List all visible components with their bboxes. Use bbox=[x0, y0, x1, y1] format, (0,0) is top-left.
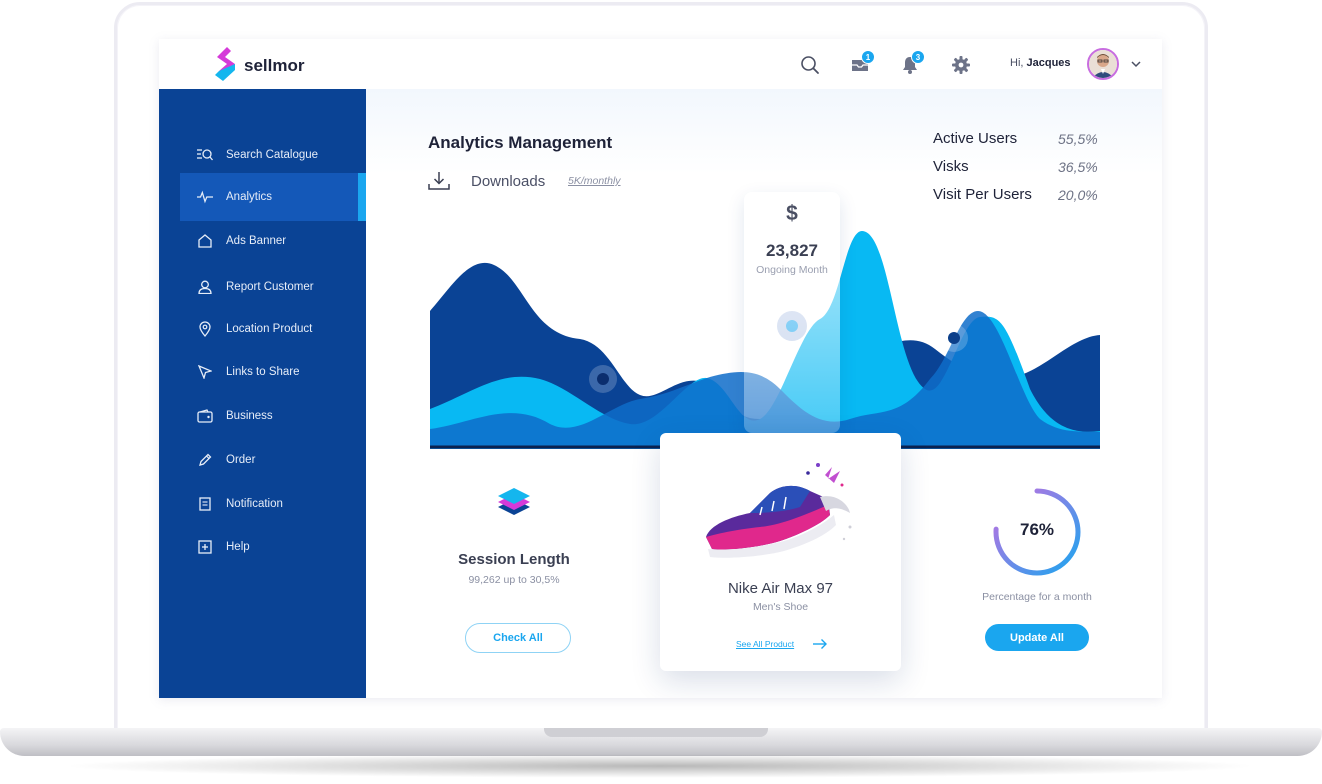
sidebar-item-label: Notification bbox=[226, 498, 283, 510]
stat-label-visit-per-users: Visit Per Users bbox=[933, 186, 1032, 203]
laptop-notch bbox=[544, 728, 768, 737]
page-title: Analytics Management bbox=[428, 133, 613, 152]
sidebar-item-links-to-share[interactable]: Links to Share bbox=[180, 355, 366, 389]
product-card[interactable]: Nike Air Max 97 Men's Shoe See All Produ… bbox=[660, 433, 901, 671]
sellmor-logo-icon[interactable] bbox=[213, 47, 237, 81]
user-icon bbox=[197, 279, 213, 295]
user-portrait-icon bbox=[1089, 50, 1117, 78]
messages-badge: 1 bbox=[861, 50, 875, 64]
sidebar-item-label: Ads Banner bbox=[226, 235, 287, 247]
sidebar-item-business[interactable]: Business bbox=[180, 399, 366, 433]
progress-value: 76% bbox=[1019, 520, 1055, 539]
download-icon[interactable] bbox=[428, 171, 450, 191]
sidebar-item-search-catalogue[interactable]: Search Catalogue bbox=[180, 138, 366, 172]
revenue-caption: Ongoing Month bbox=[756, 264, 828, 276]
top-header: sellmor 1 3 Hi, Jacques bbox=[159, 39, 1162, 89]
document-icon bbox=[197, 496, 213, 512]
main-content: Analytics Management Downloads 5K/monthl… bbox=[366, 89, 1162, 698]
search-icon[interactable] bbox=[799, 54, 821, 76]
sidebar-item-location-product[interactable]: Location Product bbox=[180, 312, 366, 346]
sidebar-item-analytics[interactable]: Analytics bbox=[180, 173, 366, 221]
dollar-icon: $ bbox=[786, 202, 798, 225]
sidebar-item-order[interactable]: Order bbox=[180, 443, 366, 477]
update-all-button[interactable]: Update All bbox=[985, 624, 1089, 651]
user-greeting: Hi, Jacques bbox=[1010, 57, 1071, 69]
session-length-title: Session Length bbox=[458, 551, 570, 568]
see-all-product-link[interactable]: See All Product bbox=[736, 639, 794, 649]
downloads-label: Downloads bbox=[471, 173, 546, 190]
session-length-subtitle: 99,262 up to 30,5% bbox=[468, 574, 560, 586]
stat-label-active-users: Active Users bbox=[933, 130, 1018, 147]
laptop-shadow bbox=[60, 754, 1260, 778]
pencil-icon bbox=[197, 452, 213, 468]
revenue-highlight-card[interactable]: $ 23,827 Ongoing Month bbox=[744, 192, 840, 433]
greeting-prefix: Hi, bbox=[1010, 57, 1024, 69]
avatar[interactable] bbox=[1087, 48, 1119, 80]
sidebar-item-label: Search Catalogue bbox=[226, 149, 319, 161]
stat-value-visks: 36,5% bbox=[1058, 159, 1098, 175]
home-icon bbox=[197, 233, 213, 249]
sidebar-item-notification[interactable]: Notification bbox=[180, 487, 366, 521]
sidebar-item-label: Order bbox=[226, 454, 256, 466]
sidebar-item-label: Links to Share bbox=[226, 366, 300, 378]
sneaker-image bbox=[706, 463, 852, 558]
stat-value-visit-per-users: 20,0% bbox=[1058, 187, 1098, 203]
check-all-button[interactable]: Check All bbox=[465, 623, 571, 653]
revenue-value: 23,827 bbox=[766, 241, 818, 260]
app-screen: sellmor 1 3 Hi, Jacques Search Catalogue… bbox=[159, 39, 1162, 698]
sidebar-item-label: Business bbox=[226, 410, 273, 422]
user-name: Jacques bbox=[1026, 57, 1071, 69]
location-pin-icon bbox=[197, 321, 213, 337]
gear-icon[interactable] bbox=[950, 54, 972, 76]
wallet-icon bbox=[197, 408, 213, 424]
sidebar: Search Catalogue Analytics Ads Banner Re… bbox=[159, 89, 366, 698]
product-name: Nike Air Max 97 bbox=[727, 580, 834, 597]
stat-value-active-users: 55,5% bbox=[1058, 131, 1098, 147]
data-point-marker bbox=[948, 332, 960, 344]
sidebar-item-help[interactable]: Help bbox=[180, 530, 366, 564]
brand-name[interactable]: sellmor bbox=[244, 56, 304, 76]
sidebar-item-label: Location Product bbox=[226, 323, 313, 335]
arrow-right-icon[interactable] bbox=[812, 638, 828, 650]
notifications-badge: 3 bbox=[911, 50, 925, 64]
chevron-down-icon[interactable] bbox=[1129, 57, 1143, 71]
sidebar-item-report-customer[interactable]: Report Customer bbox=[180, 270, 366, 304]
plus-square-icon bbox=[197, 539, 213, 555]
layers-icon bbox=[498, 488, 530, 515]
analytics-icon bbox=[197, 189, 213, 205]
downloads-rate[interactable]: 5K/monthly bbox=[568, 175, 621, 187]
product-category: Men's Shoe bbox=[752, 601, 809, 613]
progress-caption: Percentage for a month bbox=[982, 591, 1092, 603]
sidebar-item-label: Report Customer bbox=[226, 281, 314, 293]
sidebar-item-ads-banner[interactable]: Ads Banner bbox=[180, 224, 366, 258]
sidebar-item-label: Analytics bbox=[226, 191, 273, 203]
sidebar-item-label: Help bbox=[226, 541, 250, 553]
stat-label-visks: Visks bbox=[933, 158, 969, 175]
search-catalogue-icon bbox=[197, 147, 213, 163]
cursor-icon bbox=[197, 364, 213, 380]
data-point-marker bbox=[597, 373, 609, 385]
